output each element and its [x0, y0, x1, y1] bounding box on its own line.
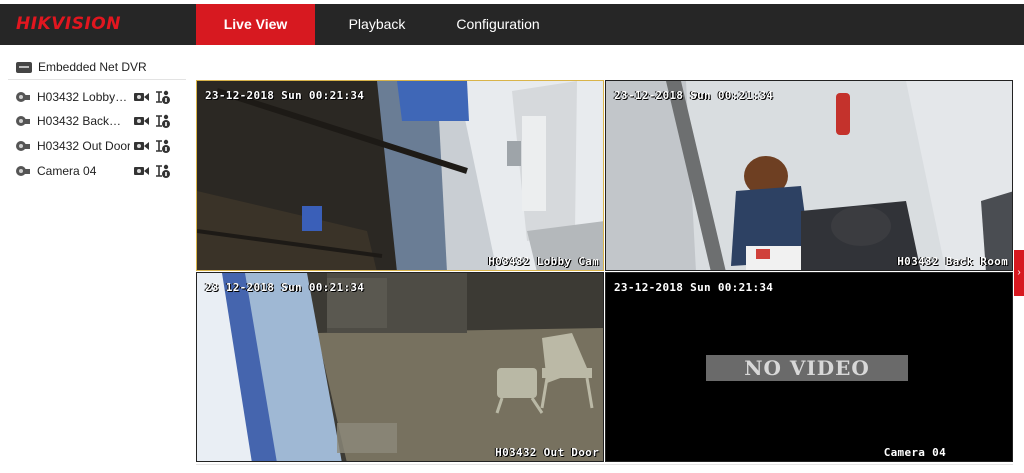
tile-camera-name: H03432 Out Door	[495, 446, 599, 459]
video-tile-out-door[interactable]: 23 12-2018 Sun 00:21:34 H03432 Out Door	[196, 272, 604, 462]
camera-item-4[interactable]: Camera 04	[16, 161, 176, 181]
record-icon[interactable]	[134, 165, 149, 177]
video-tile-lobby[interactable]: 23-12-2018 Sun 00:21:34 H03432 Lobby Cam	[196, 80, 604, 271]
tile-camera-name: H03432 Lobby Cam	[488, 255, 599, 268]
camera-icon	[16, 140, 30, 152]
camera-label: H03432 Back…	[37, 114, 122, 128]
tile-timestamp: 23 12-2018 Sun 00:21:34	[205, 281, 365, 294]
camera-icon	[16, 165, 30, 177]
ptz-icon[interactable]	[155, 89, 171, 105]
camera-label: Camera 04	[37, 164, 97, 178]
logo-brand: HIK	[16, 14, 52, 34]
hikvision-logo: HIKVISION	[16, 14, 121, 34]
camera-label: H03432 Lobby…	[37, 90, 128, 104]
record-icon[interactable]	[134, 140, 149, 152]
dvr-icon	[16, 61, 32, 73]
out-door-camera-feed	[197, 273, 603, 461]
camera-label: H03432 Out Door	[37, 139, 130, 153]
back-room-camera-feed	[606, 81, 1012, 270]
toolbar-divider	[196, 464, 1013, 465]
video-tile-back-room[interactable]: 23-12-2018 Sun 00:21:34 H03432 Back Room	[605, 80, 1013, 271]
tile-camera-name: H03432 Back Room	[897, 255, 1008, 268]
chevron-right-icon[interactable]: ›	[1014, 250, 1024, 296]
camera-icon	[16, 115, 30, 127]
record-icon[interactable]	[134, 115, 149, 127]
tile-timestamp: 23-12-2018 Sun 00:21:34	[614, 89, 774, 102]
app-window: HIKVISION Live View Playback Configurati…	[0, 0, 1024, 473]
tab-playback[interactable]: Playback	[330, 4, 424, 45]
tile-timestamp: 23-12-2018 Sun 00:21:34	[614, 281, 774, 294]
tab-live-view[interactable]: Live View	[196, 4, 315, 45]
camera-item-1[interactable]: H03432 Lobby…	[16, 87, 176, 107]
device-node[interactable]: Embedded Net DVR	[16, 58, 147, 76]
camera-sidebar: Embedded Net DVR H03432 Lobby… H03432 Ba…	[0, 45, 194, 473]
no-video-label: NO VIDEO	[706, 355, 908, 381]
video-tile-camera-04[interactable]: 23-12-2018 Sun 00:21:34 NO VIDEO Camera …	[605, 272, 1013, 462]
sidebar-divider	[8, 79, 186, 80]
camera-item-3[interactable]: H03432 Out Door	[16, 136, 176, 156]
camera-item-2[interactable]: H03432 Back…	[16, 111, 176, 131]
lobby-camera-feed	[197, 81, 603, 270]
tile-camera-name: Camera 04	[883, 446, 946, 459]
top-nav-bar: HIKVISION Live View Playback Configurati…	[0, 0, 1024, 45]
device-name: Embedded Net DVR	[38, 60, 147, 74]
ptz-icon[interactable]	[155, 163, 171, 179]
camera-icon	[16, 91, 30, 103]
record-icon[interactable]	[134, 91, 149, 103]
tab-configuration[interactable]: Configuration	[442, 4, 554, 45]
ptz-icon[interactable]	[155, 113, 171, 129]
live-view-grid: 23-12-2018 Sun 00:21:34 H03432 Lobby Cam…	[196, 80, 1013, 462]
ptz-icon[interactable]	[155, 138, 171, 154]
logo-rest: VISION	[51, 14, 121, 34]
tile-timestamp: 23-12-2018 Sun 00:21:34	[205, 89, 365, 102]
